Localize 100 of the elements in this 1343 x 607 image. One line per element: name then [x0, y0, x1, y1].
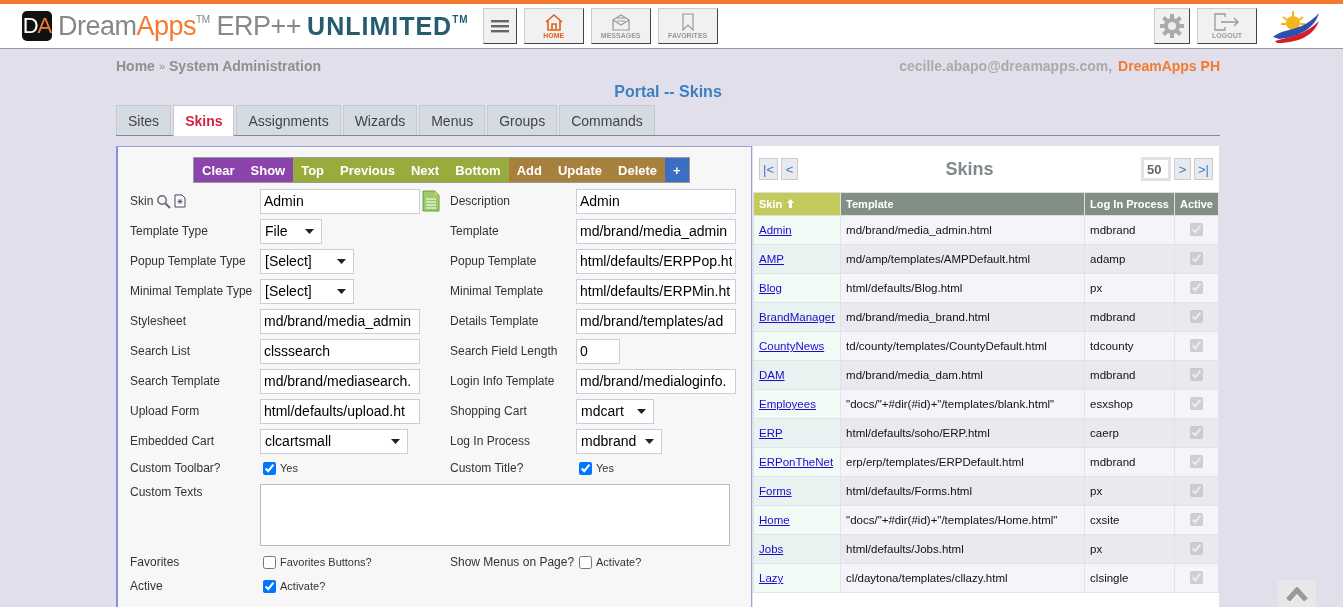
field-label: Popup Template	[450, 254, 537, 268]
field-label: Custom Title?	[450, 461, 524, 475]
field-label: Favorites	[130, 555, 180, 569]
table-cell: clsingle	[1084, 563, 1175, 593]
text-field[interactable]: html/defaults/ERPMin.ht	[576, 278, 736, 304]
checkbox-label: Activate?	[280, 580, 326, 592]
user-email: cecille.abapo@dreamapps.com,	[899, 58, 1113, 74]
checkbox[interactable]	[263, 555, 276, 569]
table-cell: html/defaults/Jobs.html	[840, 534, 1085, 564]
table-cell: md/brand/media_admin.html	[840, 215, 1085, 245]
text-field[interactable]: md/brand/media_admin	[576, 218, 736, 244]
new-document-icon[interactable]	[174, 194, 187, 208]
field-label: Custom Texts	[130, 485, 203, 499]
field-label: Description	[450, 194, 511, 208]
caret-icon	[645, 438, 654, 444]
settings-button[interactable]	[1154, 8, 1190, 44]
next-page-button[interactable]: >	[1174, 158, 1192, 180]
table-cell: mdbrand	[1084, 360, 1175, 390]
text-field[interactable]: md/brand/templates/ad	[576, 308, 736, 334]
menu-icon	[490, 19, 509, 33]
toolbar-button[interactable]: Show	[242, 158, 294, 182]
search-icon[interactable]	[156, 193, 172, 209]
field-label: Upload Form	[130, 404, 200, 418]
caret-icon	[637, 408, 646, 414]
caret-icon	[337, 258, 346, 264]
toolbar-button[interactable]: Delete	[610, 158, 666, 182]
table-cell: mdbrand	[1084, 215, 1175, 245]
tab[interactable]: Groups	[487, 105, 558, 135]
tab[interactable]: Wizards	[342, 105, 418, 135]
dropdown[interactable]: File	[260, 218, 322, 244]
text-field[interactable]: Admin	[260, 188, 420, 214]
table-cell: tdcounty	[1084, 331, 1175, 361]
dropdown[interactable]: [Select]	[260, 248, 354, 274]
field-label: Active	[130, 579, 163, 593]
previous-page-button[interactable]: <	[780, 158, 798, 180]
field-label: Search List	[130, 344, 191, 358]
envelope-icon	[610, 13, 631, 31]
table-cell: mdbrand	[1084, 302, 1175, 332]
skin-link[interactable]: AMP	[759, 253, 784, 265]
skin-link[interactable]: Jobs	[759, 543, 784, 555]
text-field[interactable]: Admin	[576, 188, 736, 214]
skin-link[interactable]: Lazy	[759, 572, 784, 584]
tab[interactable]: Assignments	[236, 105, 341, 135]
field-label: Embedded Cart	[130, 434, 215, 448]
page-size-field[interactable]: 50	[1141, 157, 1172, 181]
skin-link[interactable]: Blog	[759, 282, 783, 294]
text-field[interactable]: html/defaults/ERPPop.ht	[576, 248, 736, 274]
table-cell: px	[1084, 273, 1175, 303]
field-label: Details Template	[450, 314, 539, 328]
skin-link[interactable]: ERP	[759, 427, 783, 439]
tab[interactable]: Menus	[419, 105, 486, 135]
dropdown[interactable]: mdcart	[576, 398, 654, 424]
company-name: DreamApps PH	[1118, 58, 1220, 74]
table-cell: erp/erp/templates/ERPDefault.html	[840, 447, 1085, 477]
text-field[interactable]: clsssearch	[260, 338, 420, 364]
dropdown[interactable]: clcartsmall	[260, 428, 408, 454]
tab[interactable]: Sites	[116, 105, 172, 135]
text-field[interactable]: md/brand/medialoginfo.	[576, 368, 736, 394]
toolbar-button[interactable]: Clear	[194, 158, 243, 182]
skin-link[interactable]: Forms	[759, 485, 792, 497]
sort-arrow-icon	[787, 199, 795, 208]
checkbox[interactable]	[579, 555, 592, 569]
dropdown[interactable]: mdbrand	[576, 428, 662, 454]
skin-link[interactable]: Home	[759, 514, 790, 526]
checkbox[interactable]	[263, 579, 276, 593]
last-page-button[interactable]: >|	[1194, 158, 1213, 180]
caret-icon	[305, 228, 314, 234]
text-field[interactable]: html/defaults/upload.ht	[260, 398, 420, 424]
checkbox-label: Yes	[596, 462, 614, 474]
checkbox[interactable]	[263, 461, 276, 475]
field-label: Minimal Template Type	[130, 284, 253, 298]
menu-button[interactable]	[482, 8, 517, 44]
page-title: Portal -- Skins	[613, 83, 723, 102]
scroll-to-top-button[interactable]	[1278, 580, 1316, 607]
text-field[interactable]: md/brand/mediasearch.	[260, 368, 420, 394]
dropdown[interactable]: [Select]	[260, 278, 354, 304]
first-page-button[interactable]: |<	[759, 158, 778, 180]
toolbar-button[interactable]: Update	[549, 158, 610, 182]
caret-icon	[391, 438, 400, 444]
table-cell: mdbrand	[1084, 447, 1175, 477]
table-cell: caerp	[1084, 418, 1175, 448]
caret-icon	[337, 288, 346, 294]
toolbar-button[interactable]: +	[665, 158, 689, 182]
edition-name: UNLIMITED$^{TM}$	[307, 11, 469, 41]
table-cell: html/defaults/Blog.html	[840, 273, 1085, 303]
field-label: Minimal Template	[450, 284, 544, 298]
field-label: Skin	[130, 194, 154, 208]
table-cell: td/county/templates/CountyDefault.html	[840, 331, 1085, 361]
skin-link[interactable]: DAM	[759, 369, 785, 381]
checkbox[interactable]	[579, 461, 592, 475]
text-field[interactable]: 0	[576, 338, 620, 364]
chevron-up-icon	[1286, 586, 1308, 601]
tab[interactable]: Skins	[173, 105, 235, 136]
text-field[interactable]: md/brand/media_admin	[260, 308, 420, 334]
tab[interactable]: Commands	[559, 105, 655, 135]
toolbar-button[interactable]: Add	[508, 158, 550, 182]
field-label: Template	[450, 224, 499, 238]
skin-link[interactable]: Admin	[759, 224, 792, 236]
table-cell: "docs/"+#dir(#id)+"/templates/Home.html"	[840, 505, 1085, 535]
table-cell: md/amp/templates/AMPDefault.html	[840, 244, 1085, 274]
